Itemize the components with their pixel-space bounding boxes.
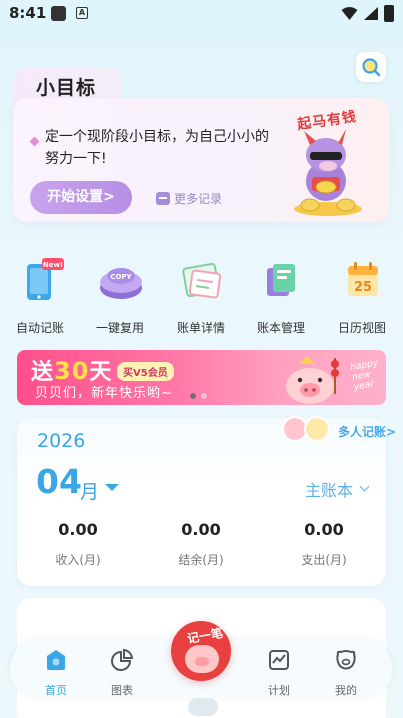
add-record-label: 记一笔 [186,625,225,647]
nav-mine[interactable]: 我的 [316,648,376,698]
start-setup-button[interactable]: 开始设置> [30,181,132,214]
copy-button-icon: COPY [100,268,142,299]
action-label: 账单详情 [176,321,225,335]
income-value: 0.00 [58,520,98,539]
balance-stat: 0.00 结余(月) [151,520,251,568]
caret-down-icon[interactable] [105,484,119,491]
banner-number: 30 [54,357,90,385]
pig-face-icon [336,650,356,670]
action-copy-reuse[interactable]: COPY 一键复用 [85,258,155,336]
more-records-label: 更多记录 [174,192,223,206]
search-icon [362,58,381,77]
wifi-icon [341,7,358,20]
year-label: 2026 [37,430,86,452]
banner-dot-active [190,393,196,399]
expense-stat: 0.00 支出(月) [274,520,374,568]
banner-pagination [190,393,207,399]
action-calendar-view[interactable]: 25 日历视图 [327,258,397,336]
goal-title: 小目标 [36,77,97,99]
nav-charts[interactable]: 图表 [92,648,152,698]
action-label: 一键复用 [95,321,144,335]
duck-avatar [304,416,330,442]
nav-mine-label: 我的 [335,684,357,697]
nav-plan[interactable]: 计划 [249,648,309,698]
home-icon [47,650,65,670]
more-records-link[interactable]: 更多记录 [156,190,222,207]
add-record-button[interactable]: 记一笔 [171,621,231,681]
pig-snout-icon [195,657,209,666]
calendar-day-text: 25 [354,280,372,295]
nav-plan-label: 计划 [268,684,290,697]
signal-icon [364,7,378,20]
home-indicator [188,698,218,716]
banner-year-text: happy new year [349,358,379,393]
copy-badge-text: COPY [110,273,132,281]
action-bill-detail[interactable]: 账单详情 [166,258,236,336]
banner-dot [201,393,207,399]
nav-home-label: 首页 [45,684,67,697]
goal-description: 定一个现阶段小目标，为自己小小的努力一下! [45,129,269,167]
search-button[interactable] [356,52,386,82]
pie-chart-icon [111,648,134,671]
record-list-icon [156,192,170,205]
phone-new-icon: New! [27,258,64,300]
nav-home[interactable]: 首页 [26,648,86,698]
expense-value: 0.00 [304,520,344,539]
income-stat: 0.00 收入(月) [28,520,128,568]
status-time: 8:41 [9,4,47,22]
balance-label: 结余(月) [178,553,224,567]
month-unit: 月 [80,481,100,503]
dragon-mascot-illustration [294,129,362,216]
status-bar: 8:41 A [0,0,403,30]
multi-user-label: 多人记账> [338,425,397,439]
calendar-icon: 25 [348,262,378,296]
action-label: 自动记账 [15,321,64,335]
bill-detail-icon [182,262,222,299]
nav-charts-label: 图表 [111,684,133,697]
action-label: 账本管理 [256,321,305,335]
keyboard-a-icon: A [76,7,88,19]
ledger-selector[interactable]: 主账本 [305,477,353,501]
notification-icon [51,6,66,21]
battery-icon [384,5,394,22]
expense-label: 支出(月) [301,553,347,567]
trend-chart-icon [269,650,289,670]
new-badge-text: New! [43,261,63,269]
month-selector[interactable]: 04 [36,462,82,501]
action-ledger-manage[interactable]: 账本管理 [246,258,316,336]
action-auto-record[interactable]: New! 自动记账 [5,258,75,336]
income-label: 收入(月) [55,553,101,567]
action-label: 日历视图 [337,321,386,335]
banner-subtitle: 贝贝们，新年快乐哟~ [35,386,173,401]
pig-mascot-icon [286,356,339,404]
vip-tag: 买V5会员 [117,362,174,381]
balance-value: 0.00 [181,520,221,539]
ledger-books-icon [267,264,295,296]
